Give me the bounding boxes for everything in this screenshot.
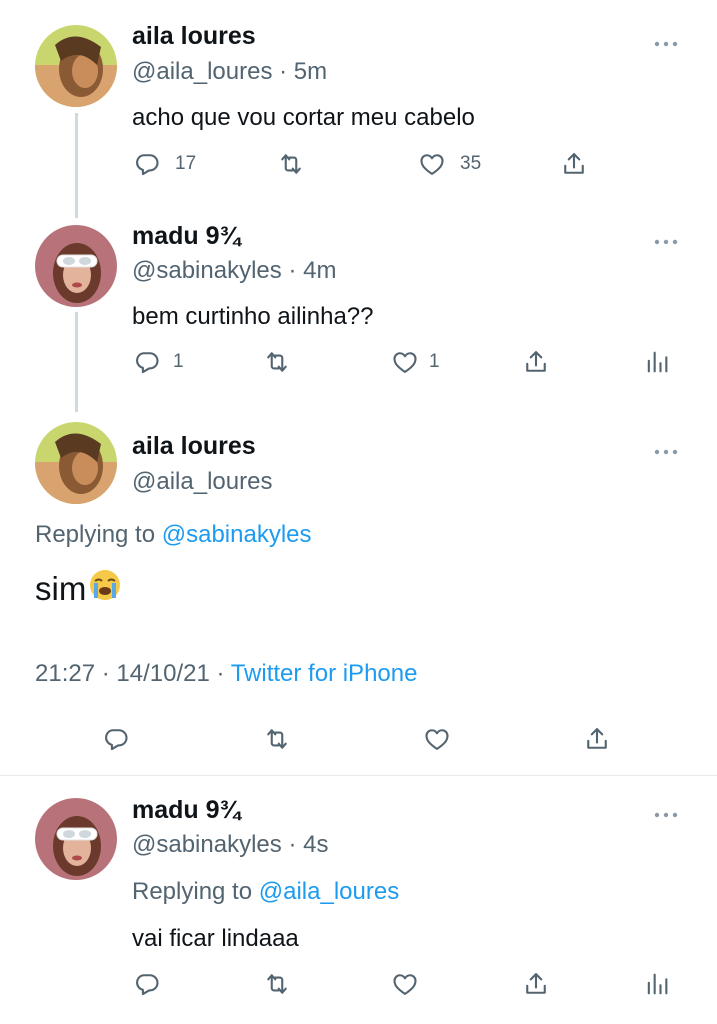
tweet-text-large: sim xyxy=(35,568,122,610)
analytics-button[interactable] xyxy=(643,970,671,998)
reply-icon xyxy=(102,725,130,753)
tweet-text: acho que vou cortar meu cabelo xyxy=(132,104,475,131)
more-icon[interactable] xyxy=(653,806,679,814)
like-icon xyxy=(423,725,451,753)
retweet-button[interactable] xyxy=(263,970,291,998)
share-icon xyxy=(522,348,550,376)
like-button[interactable] xyxy=(391,970,419,998)
thread-line xyxy=(75,312,78,412)
tweet-reply[interactable]: madu 9¾ @sabinakyles · 4s Replying to @a… xyxy=(0,776,717,1024)
more-icon[interactable] xyxy=(653,233,679,241)
separator: · xyxy=(288,257,297,284)
like-icon xyxy=(418,150,446,178)
display-name[interactable]: aila loures xyxy=(132,22,256,51)
avatar[interactable] xyxy=(35,798,117,880)
username[interactable]: @aila_loures xyxy=(132,58,272,85)
reply-count: 1 xyxy=(173,351,184,372)
loudly-crying-face-emoji xyxy=(86,568,122,610)
tweet-text: sim xyxy=(35,570,87,607)
username[interactable]: @sabinakyles xyxy=(132,831,282,858)
tweet-2[interactable]: madu 9¾ @sabinakyles · 4m bem curtinho a… xyxy=(0,200,717,415)
more-icon[interactable] xyxy=(653,443,679,451)
relative-time[interactable]: 5m xyxy=(294,58,327,85)
date-time[interactable]: 21:27 · 14/10/21 · xyxy=(35,660,231,687)
reply-icon xyxy=(133,970,161,998)
tweet-source[interactable]: Twitter for iPhone xyxy=(231,660,418,687)
retweet-icon xyxy=(263,970,291,998)
retweet-icon xyxy=(263,725,291,753)
like-button[interactable] xyxy=(423,725,451,753)
like-icon xyxy=(391,970,419,998)
like-icon xyxy=(391,348,419,376)
replying-handle-link[interactable]: @aila_loures xyxy=(259,878,399,905)
share-icon xyxy=(522,970,550,998)
share-button[interactable] xyxy=(583,725,611,753)
reply-button[interactable]: 17 xyxy=(133,150,196,178)
replying-handle-link[interactable]: @sabinakyles xyxy=(162,521,312,548)
reply-count: 17 xyxy=(175,153,197,174)
retweet-icon xyxy=(277,150,305,178)
tweet-meta: @sabinakyles · 4s xyxy=(132,831,328,859)
tweet-meta: @aila_loures · 5m xyxy=(132,58,327,86)
analytics-icon xyxy=(643,970,671,998)
share-button[interactable] xyxy=(560,150,588,178)
reply-button[interactable]: 1 xyxy=(133,348,184,376)
separator: · xyxy=(288,831,297,858)
like-count: 35 xyxy=(460,153,482,174)
tweet-meta: @sabinakyles · 4m xyxy=(132,257,336,285)
replying-label: Replying to xyxy=(35,521,156,548)
analytics-icon xyxy=(643,348,671,376)
tweet-timestamp: 21:27 · 14/10/21 · Twitter for iPhone xyxy=(35,660,417,688)
reply-icon xyxy=(133,348,161,376)
like-button[interactable]: 35 xyxy=(418,150,481,178)
share-icon xyxy=(560,150,588,178)
reply-icon xyxy=(133,150,161,178)
share-button[interactable] xyxy=(522,970,550,998)
like-count: 1 xyxy=(429,351,440,372)
share-button[interactable] xyxy=(522,348,550,376)
relative-time[interactable]: 4s xyxy=(303,831,328,858)
reply-button[interactable] xyxy=(133,970,161,998)
separator: · xyxy=(279,58,288,85)
username[interactable]: @sabinakyles xyxy=(132,257,282,284)
retweet-icon xyxy=(263,348,291,376)
retweet-button[interactable] xyxy=(263,348,291,376)
like-button[interactable]: 1 xyxy=(391,348,440,376)
avatar[interactable] xyxy=(35,225,117,307)
more-icon[interactable] xyxy=(653,35,679,43)
tweet-1[interactable]: aila loures @aila_loures · 5m acho que v… xyxy=(0,0,717,218)
avatar[interactable] xyxy=(35,25,117,107)
share-icon xyxy=(583,725,611,753)
display-name[interactable]: madu 9¾ xyxy=(132,222,240,251)
analytics-button[interactable] xyxy=(643,348,671,376)
relative-time[interactable]: 4m xyxy=(303,257,336,284)
display-name[interactable]: madu 9¾ xyxy=(132,796,240,825)
replying-to: Replying to @aila_loures xyxy=(132,878,399,906)
replying-label: Replying to xyxy=(132,878,253,905)
retweet-button[interactable] xyxy=(263,725,291,753)
retweet-button[interactable] xyxy=(277,150,305,178)
avatar[interactable] xyxy=(35,422,117,504)
tweet-text: bem curtinho ailinha?? xyxy=(132,303,374,330)
replying-to: Replying to @sabinakyles xyxy=(35,521,312,549)
tweet-text: vai ficar lindaaa xyxy=(132,925,299,952)
display-name[interactable]: aila loures xyxy=(132,432,256,461)
username[interactable]: @aila_loures xyxy=(132,468,272,496)
reply-button[interactable] xyxy=(102,725,130,753)
